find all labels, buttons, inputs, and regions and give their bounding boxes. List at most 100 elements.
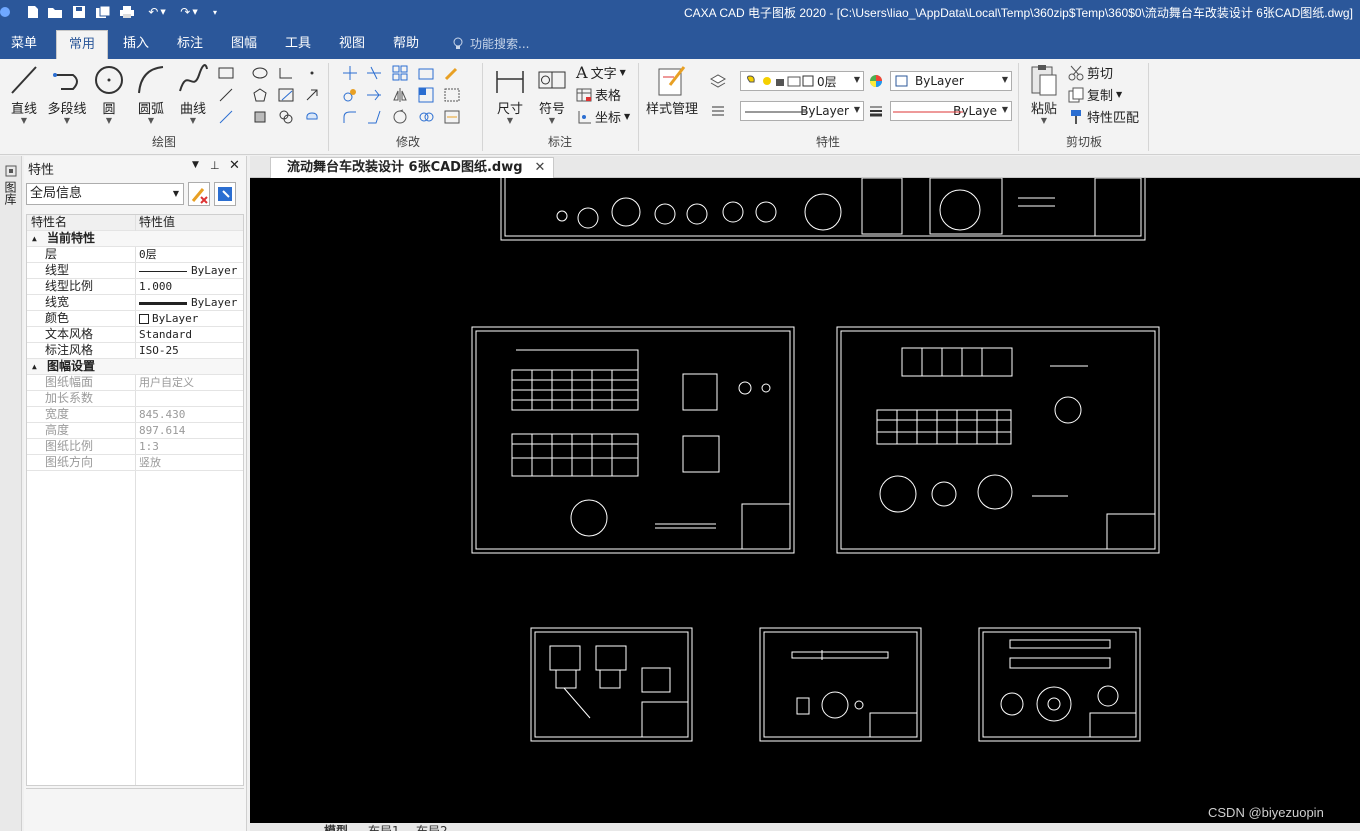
- center-line-icon[interactable]: [216, 85, 236, 105]
- array-icon[interactable]: [390, 63, 410, 83]
- color-wheel-icon[interactable]: [866, 71, 886, 91]
- tab-help[interactable]: 帮助: [382, 30, 430, 59]
- tab-sheet[interactable]: 图幅: [220, 30, 268, 59]
- drawing-canvas[interactable]: [250, 178, 1360, 823]
- arc-button[interactable]: 圆弧 ▼: [134, 63, 168, 125]
- polyline-button[interactable]: 多段线 ▼: [46, 63, 88, 125]
- linetype-settings-icon[interactable]: [708, 101, 728, 121]
- new-file-icon[interactable]: [24, 3, 42, 21]
- fillet-icon[interactable]: [340, 107, 360, 127]
- annotate-group-label: 标注: [547, 135, 572, 149]
- trim-icon[interactable]: [364, 63, 384, 83]
- line-button[interactable]: 直线 ▼: [6, 63, 42, 125]
- document-tab[interactable]: 流动舞台车改装设计 6张CAD图纸.dwg ✕: [270, 157, 555, 178]
- join-icon[interactable]: [416, 107, 436, 127]
- cut-button[interactable]: 剪切: [1068, 63, 1113, 82]
- redo-icon[interactable]: ↷ ▼: [176, 3, 202, 21]
- layer-manager-icon[interactable]: [708, 71, 728, 91]
- chamfer-icon[interactable]: [276, 63, 296, 83]
- style-manager-button[interactable]: 样式管理: [644, 63, 700, 117]
- tab-menu[interactable]: 菜单: [0, 30, 48, 59]
- property-row: 图纸比例 1:3: [27, 439, 243, 455]
- close-tab-icon[interactable]: ✕: [535, 160, 546, 175]
- color-select[interactable]: ByLayer ▼: [890, 71, 1012, 91]
- break-icon[interactable]: [364, 107, 384, 127]
- app-logo-icon[interactable]: [0, 3, 12, 21]
- stretch-icon[interactable]: [416, 85, 436, 105]
- line-sample: [139, 270, 187, 272]
- rotate-icon[interactable]: [390, 107, 410, 127]
- explode-icon[interactable]: [442, 85, 462, 105]
- coordinate-button[interactable]: 坐标 ▼: [576, 107, 630, 126]
- tab-layout2[interactable]: 布局2: [416, 823, 448, 831]
- scale-icon[interactable]: [416, 63, 436, 83]
- ellipse-icon[interactable]: [250, 63, 270, 83]
- drawing-sheet-3: [836, 326, 1160, 554]
- scissors-icon: [1068, 65, 1084, 80]
- arrow-icon[interactable]: [302, 85, 322, 105]
- circle-button[interactable]: 圆 ▼: [92, 63, 126, 125]
- save-all-icon[interactable]: [94, 3, 112, 21]
- property-row[interactable]: 线宽 ByLayer: [27, 295, 243, 311]
- linetype-select[interactable]: ByLayer ▼: [740, 101, 864, 121]
- tab-view[interactable]: 视图: [328, 30, 376, 59]
- close-icon[interactable]: ✕: [229, 158, 240, 173]
- symbol-button[interactable]: 符号 ▼: [534, 63, 570, 125]
- customize-icon[interactable]: ▾: [208, 3, 222, 21]
- dimension-button[interactable]: 尺寸 ▼: [490, 63, 530, 125]
- offset-line-icon[interactable]: [216, 107, 236, 127]
- mirror-icon[interactable]: [390, 85, 410, 105]
- object-selector[interactable]: 全局信息 ▼: [26, 183, 184, 205]
- tab-model[interactable]: 模型: [324, 823, 348, 831]
- pin-icon[interactable]: ⊥: [210, 159, 220, 172]
- model-space-drawing[interactable]: [250, 178, 1360, 823]
- property-value: Standard: [139, 328, 192, 341]
- feature-search[interactable]: 功能搜索...: [452, 35, 529, 52]
- undo-icon[interactable]: ↶ ▼: [144, 3, 170, 21]
- property-row[interactable]: 文本风格 Standard: [27, 327, 243, 343]
- pencil-icon[interactable]: [442, 63, 462, 83]
- move-icon[interactable]: [340, 63, 360, 83]
- select-objects-button[interactable]: [214, 182, 236, 206]
- layer-select[interactable]: 0层 ▼: [740, 71, 864, 91]
- copy-entity-icon[interactable]: [340, 85, 360, 105]
- property-row[interactable]: 标注风格 ISO-25: [27, 343, 243, 359]
- collapse-toggle-icon[interactable]: ▲: [32, 359, 37, 374]
- open-folder-icon[interactable]: [46, 3, 64, 21]
- polygon-icon[interactable]: [250, 85, 270, 105]
- tab-tools[interactable]: 工具: [274, 30, 322, 59]
- region-icon[interactable]: [250, 107, 270, 127]
- property-row[interactable]: 线型比例 1.000: [27, 279, 243, 295]
- quick-select-button[interactable]: [188, 182, 210, 206]
- match-properties-button[interactable]: 特性匹配: [1068, 107, 1139, 126]
- property-row: 宽度 845.430: [27, 407, 243, 423]
- style-manager-icon: [658, 66, 686, 96]
- block-icon[interactable]: [276, 107, 296, 127]
- point-icon[interactable]: [302, 63, 322, 83]
- tab-layout1[interactable]: 布局1: [368, 823, 400, 831]
- curve-button[interactable]: 曲线 ▼: [176, 63, 210, 125]
- extend-icon[interactable]: [364, 85, 384, 105]
- cloud-icon[interactable]: [302, 107, 322, 127]
- tab-annotate[interactable]: 标注: [166, 30, 214, 59]
- table-button[interactable]: 表格: [576, 85, 621, 104]
- save-icon[interactable]: [70, 3, 88, 21]
- properties-edit-icon[interactable]: [442, 107, 462, 127]
- hatch-icon[interactable]: [276, 85, 296, 105]
- library-side-tab[interactable]: 图库: [3, 164, 19, 205]
- property-row[interactable]: 线型 ByLayer: [27, 263, 243, 279]
- rectangle-icon[interactable]: [216, 63, 236, 83]
- collapse-toggle-icon[interactable]: ▲: [32, 231, 37, 246]
- text-button[interactable]: A 文字 ▼: [576, 63, 626, 82]
- lineweight-icon[interactable]: [866, 101, 886, 121]
- panel-menu-icon[interactable]: ▼: [192, 160, 199, 170]
- tab-insert[interactable]: 插入: [112, 30, 160, 59]
- property-row[interactable]: 层 0层: [27, 247, 243, 263]
- property-row[interactable]: 颜色 ByLayer: [27, 311, 243, 327]
- paste-button[interactable]: 粘贴 ▼: [1026, 63, 1062, 125]
- tab-common[interactable]: 常用: [56, 30, 108, 59]
- print-icon[interactable]: [118, 3, 136, 21]
- lightbulb-icon: [453, 37, 463, 49]
- lineweight-select[interactable]: ByLaye ▼: [890, 101, 1012, 121]
- copy-button[interactable]: 复制 ▼: [1068, 85, 1122, 104]
